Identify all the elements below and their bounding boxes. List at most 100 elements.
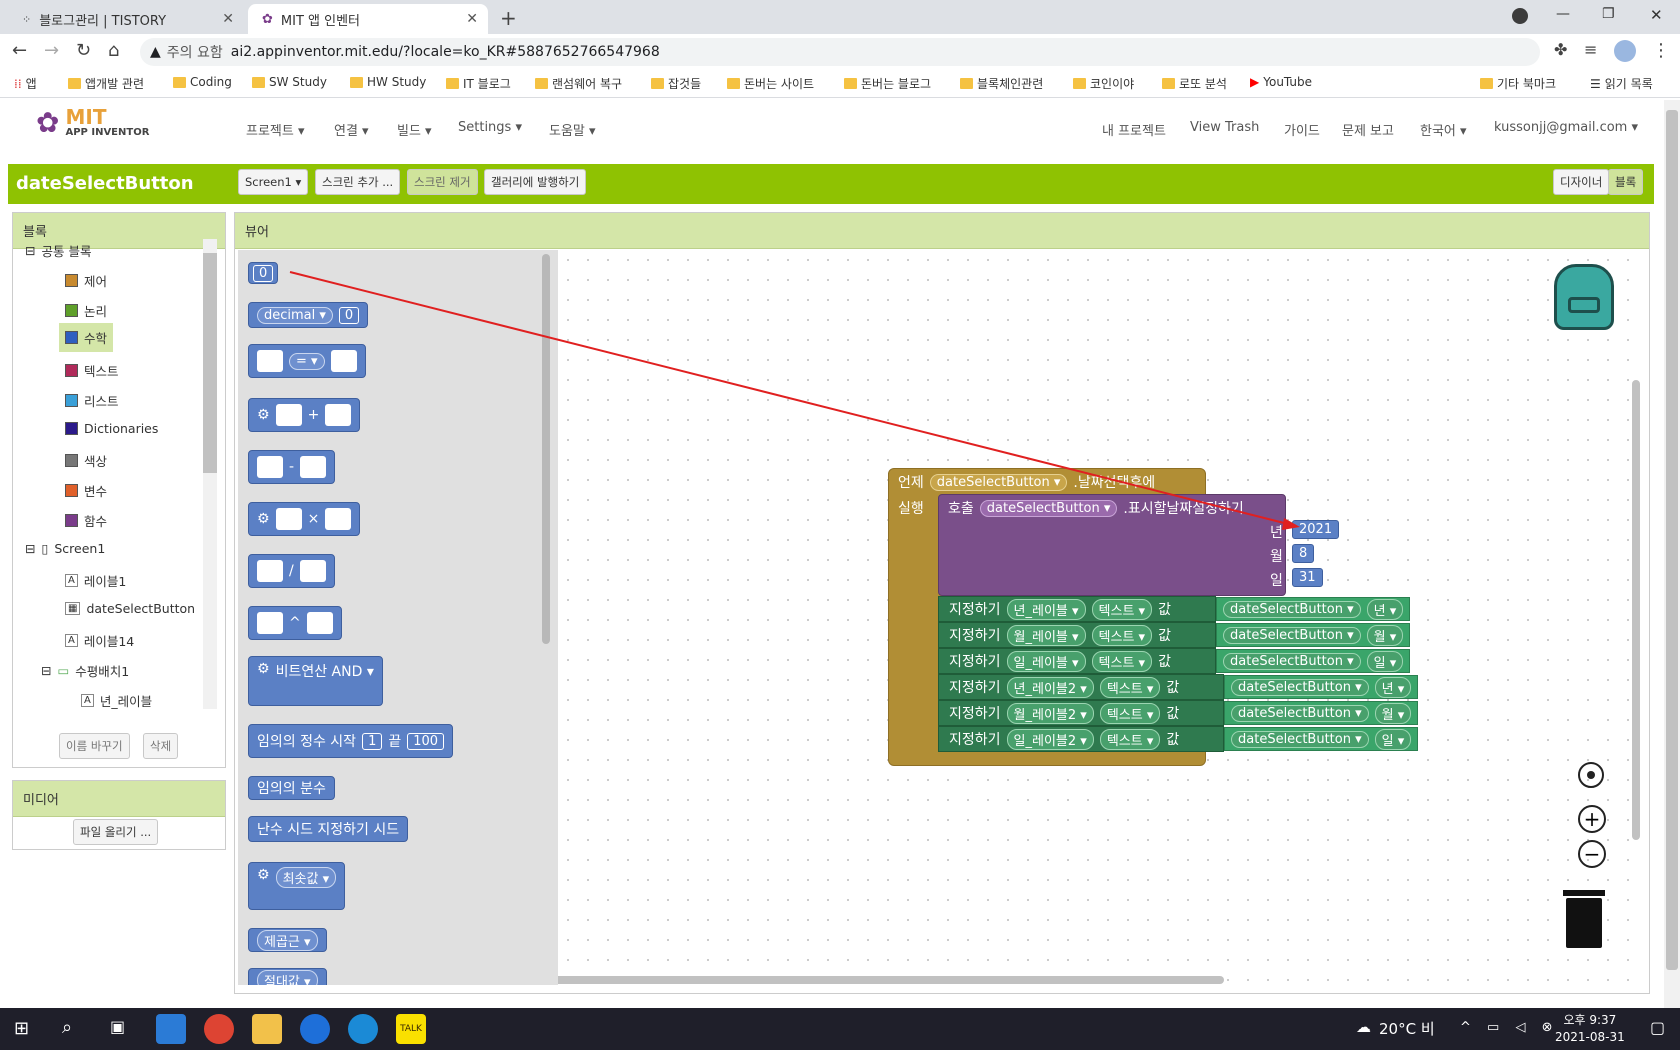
- getter-block[interactable]: dateSelectButton ▾ 년 ▾: [1216, 597, 1411, 621]
- reading-list-icon[interactable]: ≡: [1584, 40, 1597, 59]
- set-property-dropdown[interactable]: 텍스트 ▾: [1099, 702, 1161, 724]
- set-target-dropdown[interactable]: 일_레이블2 ▾: [1006, 728, 1094, 750]
- component-label14[interactable]: A 레이블14: [65, 631, 134, 650]
- menu-connect[interactable]: 연결 ▾: [334, 120, 369, 139]
- min-dropdown[interactable]: 최솟값 ▾: [275, 867, 337, 888]
- abs-dropdown[interactable]: 절대값 ▾: [257, 969, 318, 985]
- tree-scrollbar[interactable]: [203, 239, 217, 709]
- getter-component-dropdown[interactable]: dateSelectButton ▾: [1223, 600, 1361, 618]
- trash-icon[interactable]: [1563, 890, 1605, 948]
- random-fraction-block[interactable]: 임의의 분수: [248, 776, 335, 800]
- set-block[interactable]: 지정하기 일_레이블2 ▾ 텍스트 ▾ 값: [938, 726, 1224, 752]
- random-to[interactable]: 100: [407, 732, 445, 750]
- workspace-horizontal-scrollbar[interactable]: [558, 976, 1224, 984]
- menu-report[interactable]: 문제 보고: [1342, 120, 1394, 139]
- notification-icon[interactable]: ▢: [1650, 1018, 1665, 1037]
- decimal-dropdown[interactable]: decimal ▾: [257, 306, 333, 324]
- set-target-dropdown[interactable]: 일_레이블 ▾: [1006, 650, 1086, 672]
- set-target-dropdown[interactable]: 월_레이블 ▾: [1006, 624, 1086, 646]
- set-property-dropdown[interactable]: 텍스트 ▾: [1091, 624, 1153, 646]
- menu-my-projects[interactable]: 내 프로젝트: [1102, 120, 1166, 139]
- bitwise-label[interactable]: 비트연산 AND ▾: [276, 661, 374, 681]
- bookmark-youtube[interactable]: ▶ YouTube: [1250, 75, 1312, 89]
- blocks-workspace[interactable]: 언제 dateSelectButton ▾ .날짜선택후에 실행 호출 date…: [558, 250, 1644, 985]
- number-block[interactable]: 0: [248, 262, 279, 284]
- set-property-dropdown[interactable]: 텍스트 ▾: [1091, 598, 1153, 620]
- bookmark-item[interactable]: 로또 분석: [1162, 75, 1227, 92]
- set-block[interactable]: 지정하기 월_레이블2 ▾ 텍스트 ▾ 값: [938, 700, 1224, 726]
- kakaotalk-icon[interactable]: TALK: [396, 1014, 426, 1044]
- power-block[interactable]: ^: [248, 606, 342, 640]
- getter-component-dropdown[interactable]: dateSelectButton ▾: [1223, 626, 1361, 644]
- category-list[interactable]: 리스트: [65, 391, 119, 410]
- month-number-block[interactable]: 8: [1292, 544, 1315, 563]
- category-procedures[interactable]: 함수: [65, 511, 107, 530]
- call-component-dropdown[interactable]: dateSelectButton ▾: [979, 499, 1118, 517]
- set-property-dropdown[interactable]: 텍스트 ▾: [1091, 650, 1153, 672]
- tree-screen1[interactable]: ⊟ ▯ Screen1: [25, 541, 105, 556]
- category-dictionaries[interactable]: Dictionaries: [65, 421, 158, 436]
- set-block[interactable]: 지정하기 월_레이블 ▾ 텍스트 ▾ 값: [938, 622, 1216, 648]
- set-property-dropdown[interactable]: 텍스트 ▾: [1099, 676, 1161, 698]
- bookmark-item[interactable]: Coding: [173, 75, 232, 89]
- more-menu-icon[interactable]: ⋮: [1652, 40, 1670, 61]
- close-icon[interactable]: ✕: [222, 11, 234, 27]
- forward-icon[interactable]: →: [44, 40, 59, 61]
- workspace-vertical-scrollbar[interactable]: [1632, 380, 1640, 840]
- getter-component-dropdown[interactable]: dateSelectButton ▾: [1231, 730, 1369, 748]
- abs-block[interactable]: 절대값 ▾: [248, 968, 327, 985]
- decimal-block[interactable]: decimal ▾ 0: [248, 302, 369, 328]
- omnibox[interactable]: ▲ 주의 요함 ai2.appinventor.mit.edu/?locale=…: [140, 38, 1540, 66]
- sqrt-dropdown[interactable]: 제곱근 ▾: [257, 929, 318, 951]
- set-target-dropdown[interactable]: 년_레이블2 ▾: [1006, 676, 1094, 698]
- bookmark-item[interactable]: IT 블로그: [446, 75, 511, 92]
- bookmark-apps[interactable]: ⁞⁞ 앱: [14, 75, 37, 92]
- window-close-icon[interactable]: ✕: [1650, 6, 1663, 24]
- getter-component-dropdown[interactable]: dateSelectButton ▾: [1231, 704, 1369, 722]
- getter-block[interactable]: dateSelectButton ▾ 일 ▾: [1224, 727, 1419, 751]
- delete-button[interactable]: 삭제: [143, 733, 179, 759]
- gear-icon[interactable]: ⚙: [257, 661, 270, 677]
- menu-language[interactable]: 한국어 ▾: [1420, 120, 1467, 139]
- blocks-editor-button[interactable]: 블록: [1608, 169, 1644, 195]
- gear-icon[interactable]: ⚙: [257, 511, 270, 527]
- getter-field-dropdown[interactable]: 월 ▾: [1366, 624, 1404, 646]
- task-view-icon[interactable]: ▣: [110, 1017, 125, 1036]
- rename-button[interactable]: 이름 바꾸기: [59, 733, 130, 759]
- publish-gallery-button[interactable]: 갤러리에 발행하기: [484, 169, 587, 195]
- getter-field-dropdown[interactable]: 년 ▾: [1366, 598, 1404, 620]
- set-block[interactable]: 지정하기 일_레이블 ▾ 텍스트 ▾ 값: [938, 648, 1216, 674]
- getter-field-dropdown[interactable]: 일 ▾: [1366, 650, 1404, 672]
- screen-select[interactable]: Screen1 ▾: [238, 169, 309, 195]
- bookmark-item[interactable]: 잡것들: [651, 75, 701, 92]
- bookmark-item[interactable]: 돈버는 사이트: [727, 75, 814, 92]
- subtract-block[interactable]: -: [248, 450, 336, 484]
- getter-field-dropdown[interactable]: 년 ▾: [1374, 676, 1412, 698]
- restore-icon[interactable]: ❐: [1602, 6, 1615, 22]
- divide-block[interactable]: /: [248, 554, 335, 588]
- chrome-icon[interactable]: [204, 1014, 234, 1044]
- collapse-icon[interactable]: ⊟: [41, 663, 51, 678]
- category-color[interactable]: 색상: [65, 451, 107, 470]
- reload-icon[interactable]: ↻: [76, 40, 91, 61]
- day-number-block[interactable]: 31: [1292, 568, 1323, 587]
- menu-help[interactable]: 도움말 ▾: [549, 120, 596, 139]
- upload-file-button[interactable]: 파일 올리기 ...: [73, 819, 159, 845]
- search-icon[interactable]: ⌕: [62, 1017, 72, 1038]
- remove-screen-button[interactable]: 스크린 제거: [407, 169, 478, 195]
- menu-settings[interactable]: Settings ▾: [458, 120, 522, 135]
- set-target-dropdown[interactable]: 월_레이블2 ▾: [1006, 702, 1094, 724]
- getter-field-dropdown[interactable]: 일 ▾: [1374, 728, 1412, 750]
- random-integer-block[interactable]: 임의의 정수 시작 1 끝 100: [248, 724, 454, 758]
- getter-block[interactable]: dateSelectButton ▾ 일 ▾: [1216, 649, 1411, 673]
- menu-guide[interactable]: 가이드: [1284, 120, 1320, 139]
- random-seed-block[interactable]: 난수 시드 지정하기 시드: [248, 816, 409, 842]
- tab-search-icon[interactable]: [1512, 8, 1528, 24]
- reading-list-link[interactable]: ☰ 읽기 목록: [1590, 75, 1653, 92]
- year-number-block[interactable]: 2021: [1292, 520, 1340, 539]
- center-target-icon[interactable]: [1578, 762, 1604, 788]
- compare-dropdown[interactable]: = ▾: [289, 352, 325, 370]
- menu-view-trash[interactable]: View Trash: [1190, 120, 1259, 135]
- math-flyout[interactable]: 0 decimal ▾ 0 = ▾ ⚙ + - ⚙ × / ^ ⚙ 비트연산 AND ▾…: [238, 250, 558, 985]
- category-logic[interactable]: 논리: [65, 301, 107, 320]
